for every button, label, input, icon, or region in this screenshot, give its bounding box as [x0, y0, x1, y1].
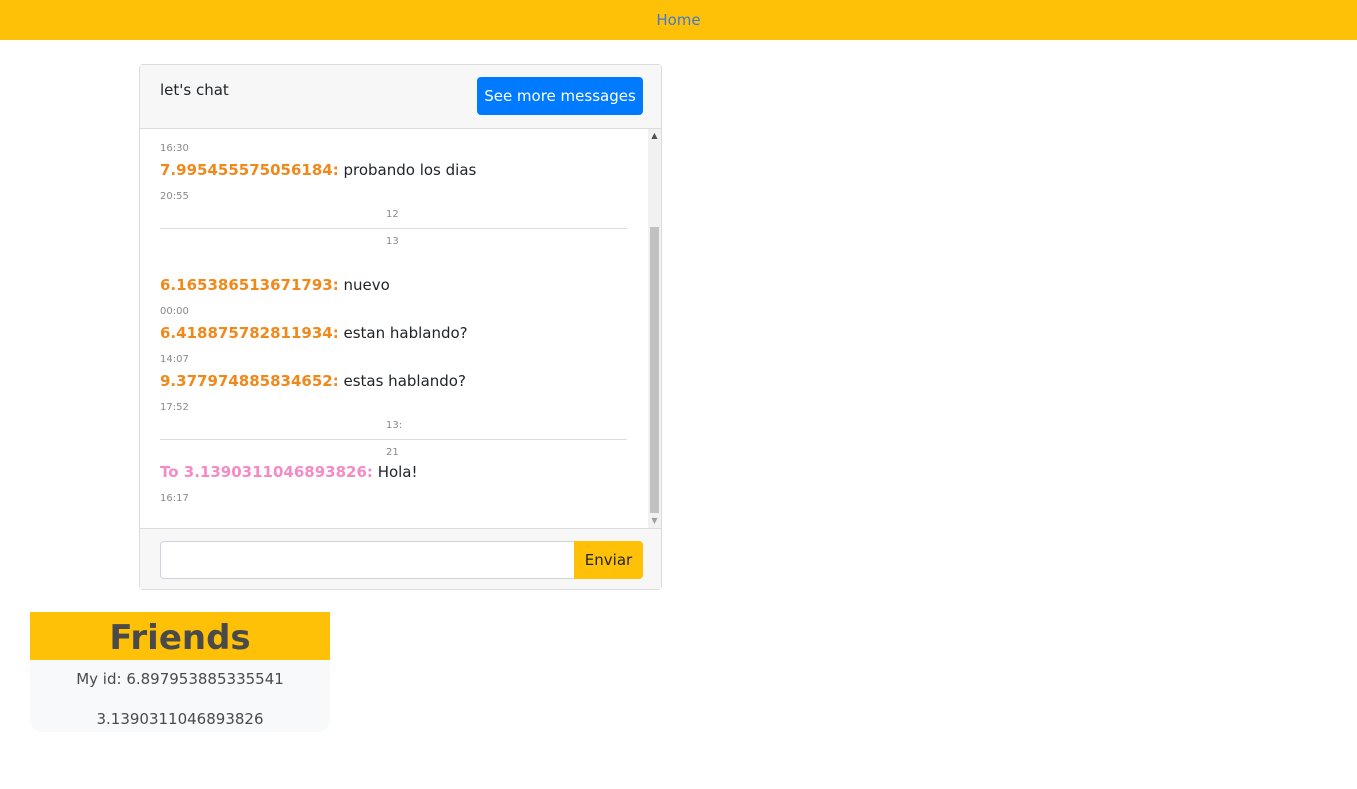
- message-sender: 9.377974885834652:: [160, 372, 339, 390]
- date-separator-label: 13: [386, 236, 399, 247]
- message-item: 9.377974885834652: estas hablando?: [160, 372, 466, 390]
- date-separator-label: 21: [386, 447, 399, 458]
- message-timestamp: 16:17: [160, 493, 189, 504]
- date-divider: [160, 228, 627, 229]
- send-button[interactable]: Enviar: [574, 541, 643, 579]
- chat-card: let's chat See more messages 16:30 7.995…: [139, 64, 662, 590]
- date-separator-label: 12: [386, 209, 399, 220]
- chat-title: let's chat: [160, 81, 229, 99]
- message-item: 6.418875782811934: estan hablando?: [160, 324, 468, 342]
- message-text: estas hablando?: [343, 372, 466, 390]
- home-link[interactable]: Home: [656, 11, 700, 29]
- message-timestamp: 00:00: [160, 306, 189, 317]
- message-input[interactable]: [160, 541, 575, 579]
- friends-title: Friends: [30, 612, 330, 660]
- message-list-scrollbar[interactable]: ▲ ▼: [648, 129, 661, 528]
- friends-panel: Friends My id: 6.897953885335541 3.13903…: [30, 612, 330, 732]
- message-sender: 6.418875782811934:: [160, 324, 339, 342]
- top-navbar: Home: [0, 0, 1357, 40]
- date-divider: [160, 439, 627, 440]
- message-text: estan hablando?: [343, 324, 468, 342]
- scroll-down-arrow-icon[interactable]: ▼: [648, 514, 661, 528]
- message-timestamp: 20:55: [160, 191, 189, 202]
- message-timestamp: 16:30: [160, 143, 189, 154]
- chat-header: let's chat See more messages: [140, 65, 661, 129]
- message-timestamp: 17:52: [160, 402, 189, 413]
- message-sender: 7.995455575056184:: [160, 161, 339, 179]
- message-text: Hola!: [377, 463, 418, 481]
- message-recipient: To 3.1390311046893826:: [160, 463, 373, 481]
- see-more-messages-button[interactable]: See more messages: [477, 77, 643, 115]
- message-sender: 6.165386513671793:: [160, 276, 339, 294]
- message-item: To 3.1390311046893826: Hola!: [160, 463, 418, 481]
- scrollbar-thumb[interactable]: [650, 227, 659, 513]
- message-text: nuevo: [343, 276, 390, 294]
- message-item: 7.995455575056184: probando los dias: [160, 161, 476, 179]
- message-text: probando los dias: [343, 161, 477, 179]
- message-list[interactable]: 16:30 7.995455575056184: probando los di…: [140, 129, 661, 528]
- date-separator-label: 13:: [386, 420, 403, 431]
- my-id-label: My id: 6.897953885335541: [76, 670, 284, 688]
- message-timestamp: 14:07: [160, 354, 189, 365]
- friend-list-item[interactable]: 3.1390311046893826: [30, 710, 330, 728]
- chat-footer: Enviar: [140, 528, 661, 589]
- message-item: 6.165386513671793: nuevo: [160, 276, 390, 294]
- scroll-up-arrow-icon[interactable]: ▲: [648, 129, 661, 143]
